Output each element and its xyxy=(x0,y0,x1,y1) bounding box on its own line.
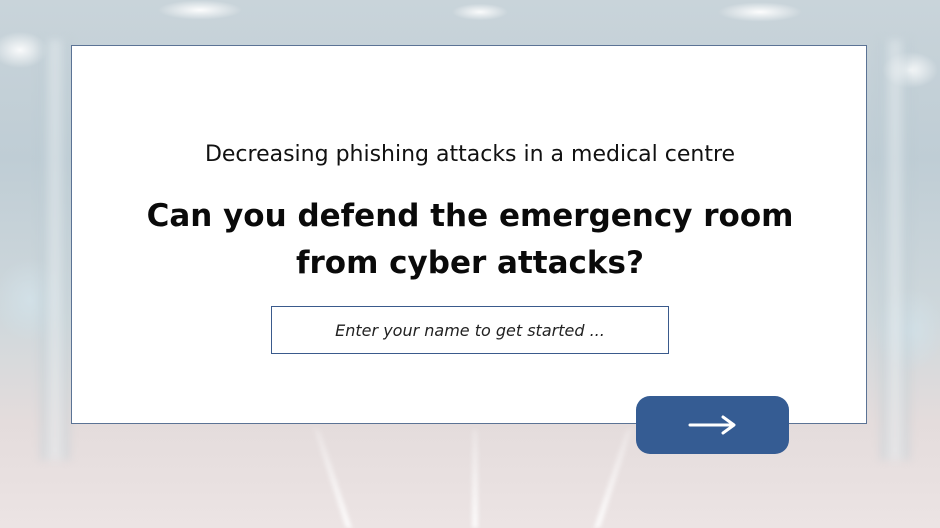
floor-reflection xyxy=(314,430,352,528)
floor-reflection xyxy=(594,430,632,528)
floor-reflection xyxy=(472,430,478,528)
arrow-right-icon xyxy=(688,415,736,435)
background-pillar xyxy=(880,40,910,460)
background-pillar xyxy=(40,40,70,460)
next-button[interactable] xyxy=(636,396,789,454)
intro-subtitle: Decreasing phishing attacks in a medical… xyxy=(204,142,736,167)
name-input[interactable] xyxy=(271,306,669,354)
intro-headline: Can you defend the emergency room from c… xyxy=(146,198,794,281)
